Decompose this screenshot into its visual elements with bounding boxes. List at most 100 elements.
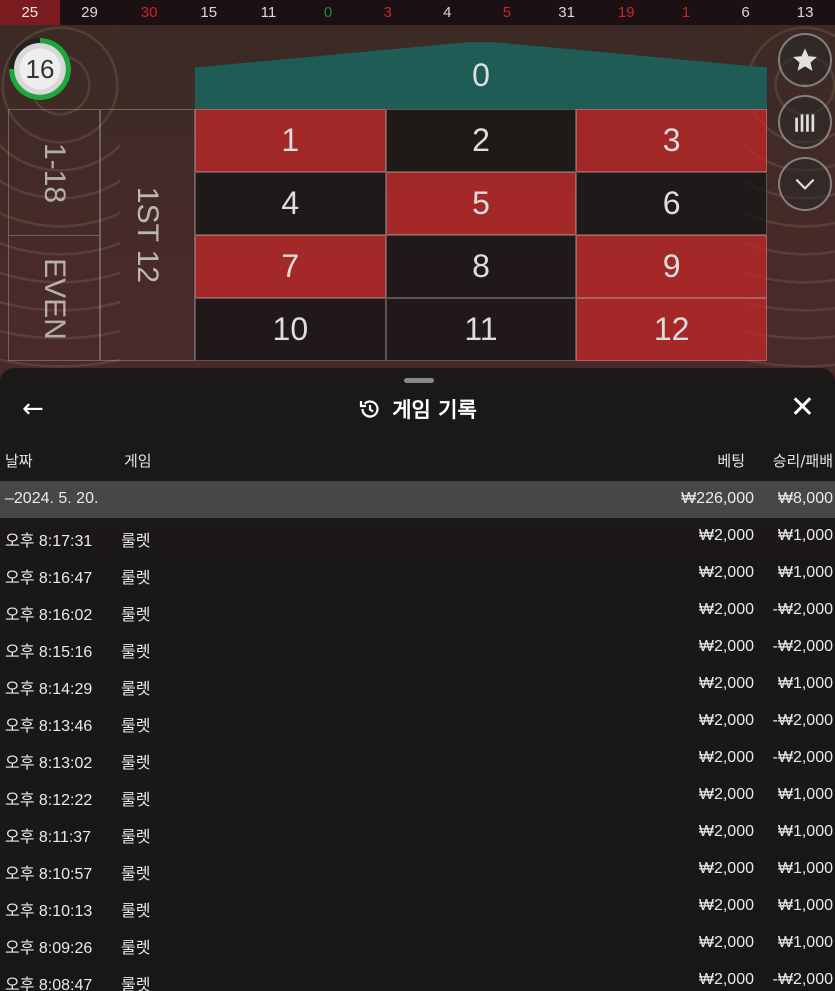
row-bet: ₩2,000 [698,897,754,914]
column-date: 날짜 [5,452,33,470]
column-game: 게임 [124,452,152,470]
bet-spot-number[interactable]: 1 [195,109,386,172]
row-game: 룰렛 [121,792,151,809]
row-time: 오후 8:10:57 [5,866,93,883]
row-bet: ₩2,000 [698,564,754,581]
row-time: 오후 8:14:29 [5,681,93,698]
history-row[interactable]: 오후 8:16:02 룰렛 ₩2,000 -₩2,000 [0,592,835,629]
result-number: 11 [260,4,277,21]
history-row[interactable]: 오후 8:10:57 룰렛 ₩2,000 ₩1,000 [0,851,835,888]
history-row[interactable]: 오후 8:08:47 룰렛 ₩2,000 -₩2,000 [0,962,835,991]
row-result: ₩1,000 [777,564,833,581]
row-game: 룰렛 [121,940,151,957]
result-number: 4 [443,4,452,21]
result-number: 30 [140,4,158,21]
history-row[interactable]: 오후 8:10:13 룰렛 ₩2,000 ₩1,000 [0,888,835,925]
history-row[interactable]: 오후 8:15:16 룰렛 ₩2,000 -₩2,000 [0,629,835,666]
row-bet: ₩2,000 [698,601,754,618]
bet-label-1-18: 1-18 [37,142,71,203]
column-result: 승리/패배 [772,452,833,470]
row-game: 룰렛 [121,681,151,698]
number-grid: 1 2 3 4 5 6 7 8 9 10 11 12 [195,109,767,361]
statistics-button[interactable] [778,95,832,149]
bet-spot-number[interactable]: 8 [385,235,577,298]
history-row[interactable]: 오후 8:09:26 룰렛 ₩2,000 ₩1,000 [0,925,835,962]
countdown-timer: 16 [9,38,71,100]
result-number: 29 [81,4,98,21]
game-history-panel: ← 게임 기록 ✕ 날짜 게임 베팅 승리/패배 –2024. 5. 20. ₩… [0,368,835,991]
row-result: -₩2,000 [772,638,833,655]
row-time: 오후 8:15:16 [5,644,93,661]
row-game: 룰렛 [121,533,151,550]
row-bet: ₩2,000 [698,971,754,988]
bet-spot-1-18[interactable]: 1-18 [9,110,99,236]
history-row[interactable]: 오후 8:13:46 룰렛 ₩2,000 -₩2,000 [0,703,835,740]
history-icon [360,400,379,418]
collapse-button[interactable] [778,157,832,211]
row-time: 오후 8:13:46 [5,718,93,735]
bet-spot-number[interactable]: 4 [195,172,386,235]
row-result: ₩1,000 [777,897,833,914]
row-bet: ₩2,000 [698,860,754,877]
date-group-result: ₩8,000 [777,490,833,507]
timer-value: 16 [25,53,55,84]
row-time: 오후 8:11:37 [5,829,92,846]
history-row[interactable]: 오후 8:11:37 룰렛 ₩2,000 ₩1,000 [0,814,835,851]
bet-spot-even[interactable]: EVEN [9,236,99,362]
statistics-icon [795,114,815,132]
close-icon[interactable]: ✕ [790,390,815,425]
row-result: -₩2,000 [772,971,833,988]
history-row[interactable]: 오후 8:17:31 룰렛 ₩2,000 ₩1,000 [0,518,835,555]
row-game: 룰렛 [121,755,151,772]
row-bet: ₩2,000 [698,749,754,766]
bet-spot-number[interactable]: 12 [576,298,767,361]
bet-spot-number[interactable]: 7 [195,235,386,298]
bet-spot-number[interactable]: 9 [576,235,767,298]
result-number: 13 [796,4,814,21]
bet-label-even: EVEN [37,258,71,340]
row-time: 오후 8:13:02 [5,755,93,772]
row-game: 룰렛 [121,644,151,661]
panel-title: 게임 기록 [392,398,477,422]
row-game: 룰렛 [121,866,151,883]
row-game: 룰렛 [121,977,151,991]
row-time: 오후 8:12:22 [5,792,93,809]
bet-spot-number[interactable]: 3 [576,109,767,172]
bet-spot-1st-12[interactable]: 1ST 12 [100,109,195,361]
row-result: ₩1,000 [777,786,833,803]
history-row[interactable]: 오후 8:16:47 룰렛 ₩2,000 ₩1,000 [0,555,835,592]
row-time: 오후 8:09:26 [5,940,93,957]
row-result: -₩2,000 [772,601,833,618]
bet-spot-number[interactable]: 2 [385,109,577,172]
star-icon [793,48,817,71]
row-bet: ₩2,000 [698,712,754,729]
bet-spot-number[interactable]: 6 [576,172,767,235]
row-time: 오후 8:16:47 [5,570,93,587]
column-headers: 날짜 게임 베팅 승리/패배 [0,450,835,474]
bet-spot-number[interactable]: 5 [385,172,577,235]
history-row[interactable]: 오후 8:13:02 룰렛 ₩2,000 -₩2,000 [0,740,835,777]
history-row[interactable]: 오후 8:14:29 룰렛 ₩2,000 ₩1,000 [0,666,835,703]
result-number: 5 [502,4,512,21]
bet-spot-number[interactable]: 11 [385,298,577,361]
result-number: 0 [323,4,333,21]
row-result: ₩1,000 [777,823,833,840]
date-group-row[interactable]: –2024. 5. 20. ₩226,000 ₩8,000 [0,481,835,518]
outside-bets-column: 1-18 EVEN [8,109,100,361]
result-number: 15 [200,4,218,21]
row-result: ₩1,000 [777,675,833,692]
row-result: -₩2,000 [772,712,833,729]
date-group-date: –2024. 5. 20. [5,490,99,507]
drag-handle[interactable] [404,378,434,383]
panel-header: ← 게임 기록 ✕ [0,390,835,430]
row-bet: ₩2,000 [698,675,754,692]
bet-spot-number[interactable]: 10 [195,298,386,361]
favorite-button[interactable] [778,33,832,87]
row-time: 오후 8:10:13 [5,903,93,920]
row-result: ₩1,000 [777,527,833,544]
row-bet: ₩2,000 [698,934,754,951]
row-bet: ₩2,000 [698,823,754,840]
result-number: 25 [0,0,60,25]
history-row[interactable]: 오후 8:12:22 룰렛 ₩2,000 ₩1,000 [0,777,835,814]
row-bet: ₩2,000 [698,786,754,803]
